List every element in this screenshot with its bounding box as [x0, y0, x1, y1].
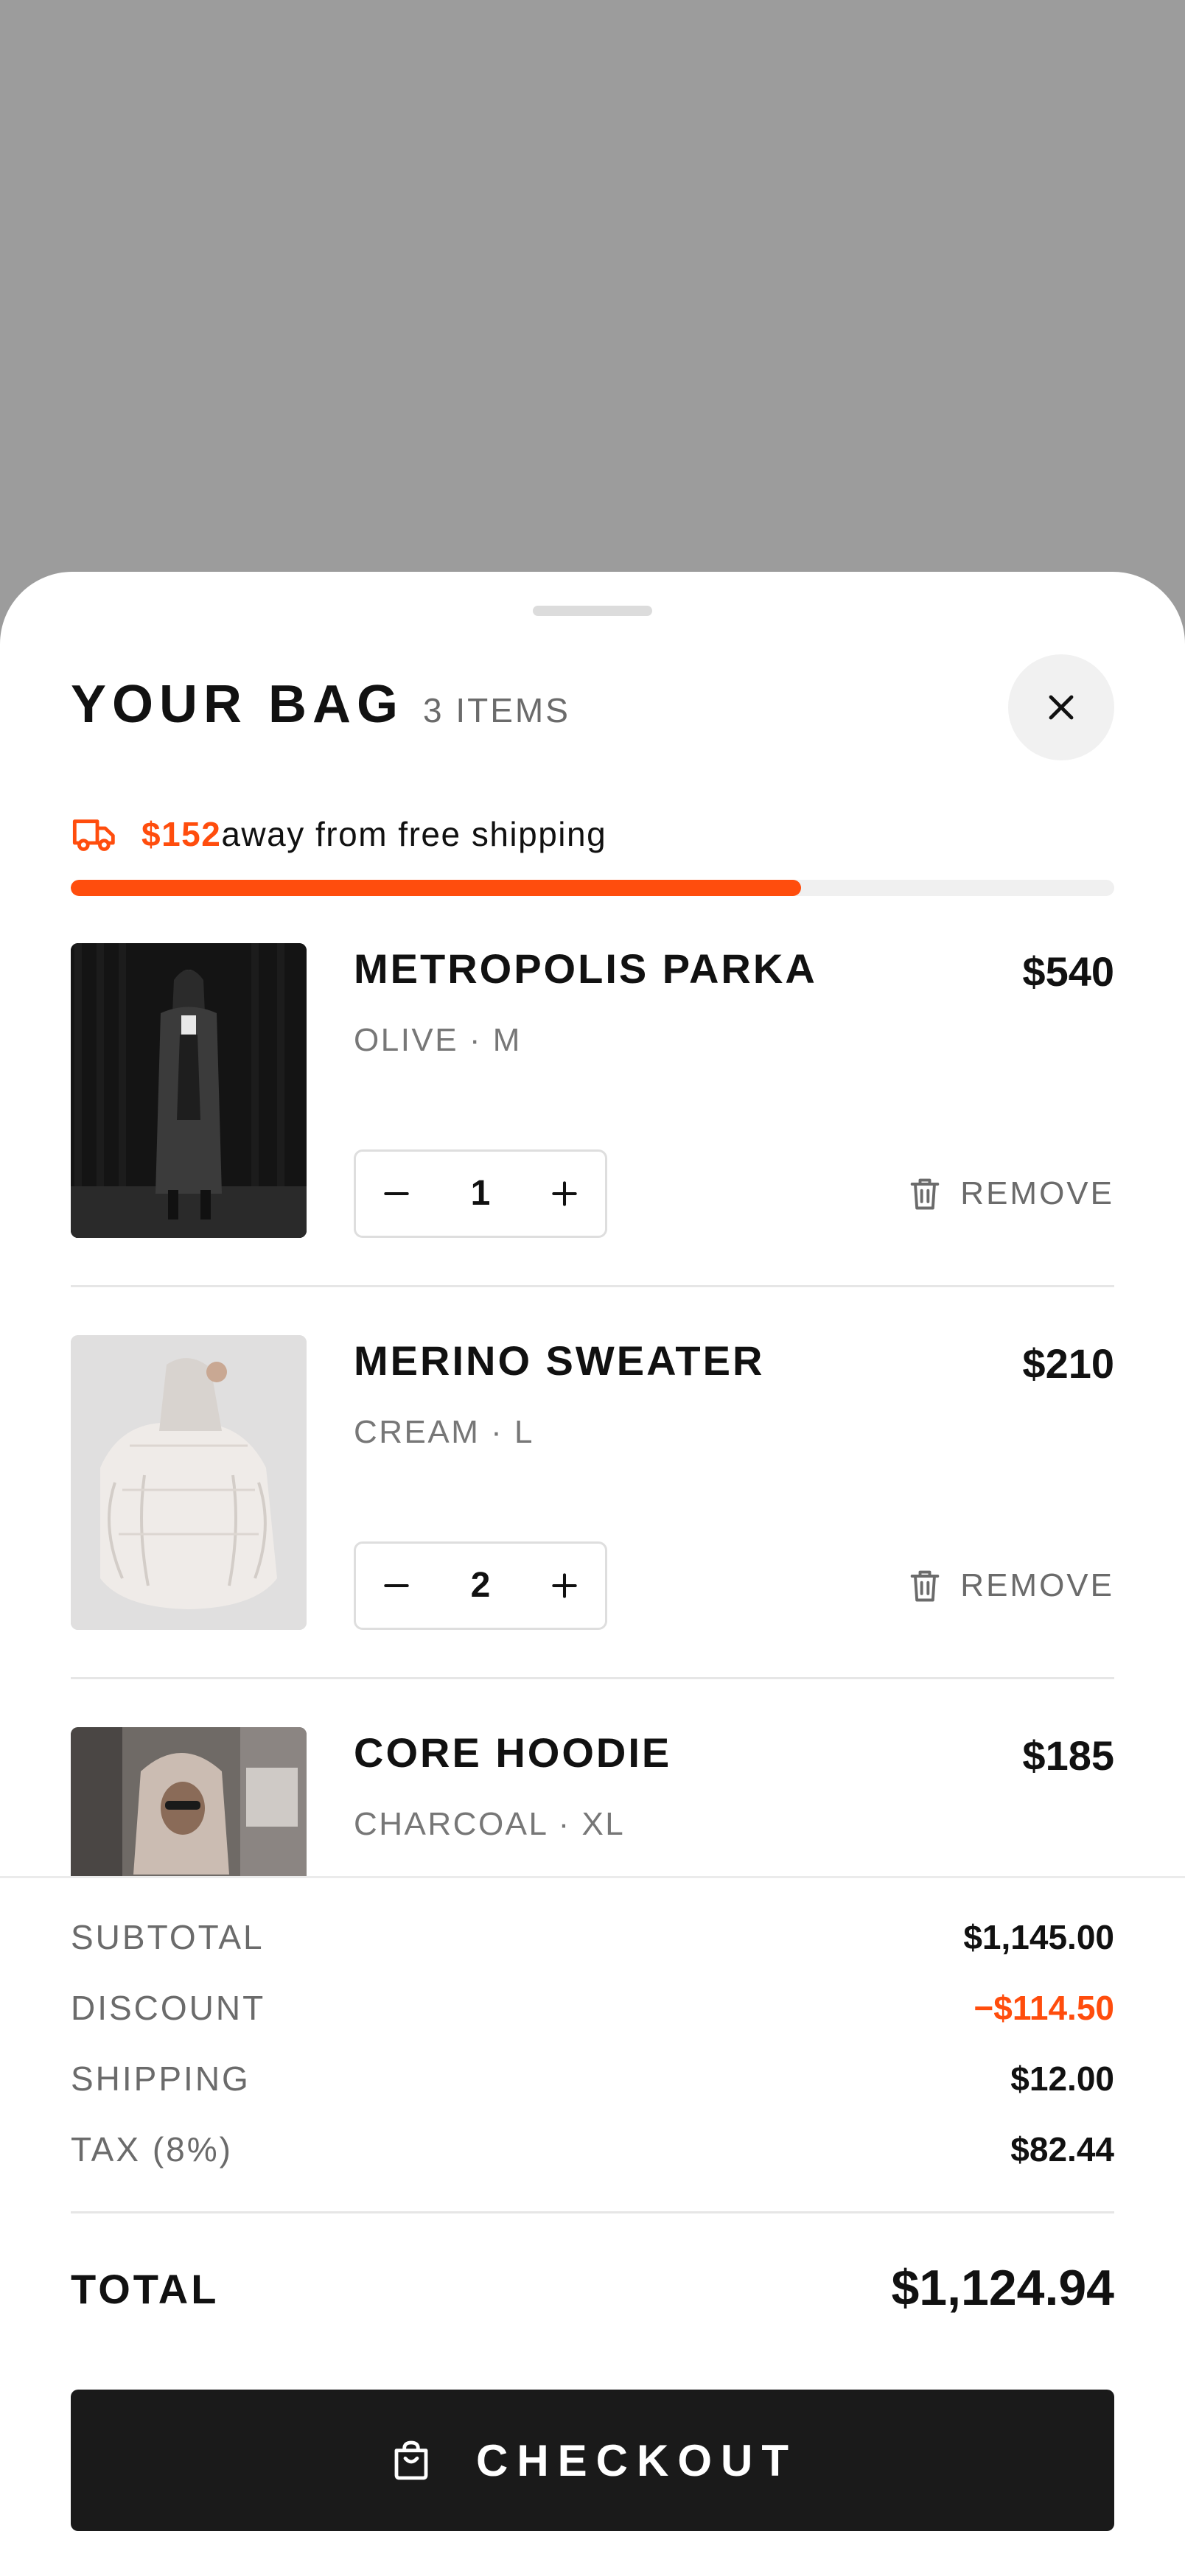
- product-variant: OLIVE · M: [354, 1022, 522, 1058]
- sheet-drag-handle[interactable]: [533, 606, 652, 616]
- order-summary: SUBTOTAL $1,145.00 DISCOUNT −$114.50 SHI…: [0, 1876, 1185, 2576]
- quantity-value: 1: [470, 1174, 491, 1213]
- tax-row: TAX (8%) $82.44: [71, 2126, 1114, 2173]
- quantity-stepper: 2: [354, 1541, 607, 1630]
- close-icon: [1049, 695, 1074, 720]
- shopping-bag-icon: [394, 2440, 428, 2480]
- shipping-value: $12.00: [1010, 2059, 1114, 2098]
- remove-item-button[interactable]: REMOVE: [906, 1559, 1114, 1612]
- product-name[interactable]: MERINO SWEATER: [354, 1335, 764, 1387]
- product-variant: CHARCOAL · XL: [354, 1806, 626, 1842]
- remove-label: REMOVE: [960, 1175, 1114, 1211]
- trash-icon: [911, 1178, 940, 1210]
- discount-label: DISCOUNT: [71, 1989, 266, 2027]
- product-price: $540: [1022, 948, 1114, 995]
- subtotal-value: $1,145.00: [963, 1918, 1114, 1956]
- product-image-merino-sweater[interactable]: [71, 1335, 307, 1630]
- minus-icon: [384, 1583, 409, 1588]
- checkout-label: CHECKOUT: [476, 2435, 797, 2485]
- shipping-row: SHIPPING $12.00: [71, 2055, 1114, 2102]
- discount-value: −$114.50: [973, 1989, 1114, 2027]
- decrease-quantity-button[interactable]: [356, 1152, 437, 1236]
- remove-item-button[interactable]: REMOVE: [906, 1167, 1114, 1220]
- free-shipping-progress: [71, 880, 1114, 896]
- subtotal-label: SUBTOTAL: [71, 1918, 265, 1956]
- free-shipping-message: $152away from free shipping: [141, 812, 607, 856]
- product-variant: CREAM · L: [354, 1414, 534, 1450]
- shipping-label: SHIPPING: [71, 2059, 251, 2098]
- truck-icon: [72, 819, 115, 851]
- minus-icon: [384, 1191, 409, 1196]
- quantity-stepper: 1: [354, 1149, 607, 1238]
- bag-bottom-sheet: YOUR BAG 3 ITEMS $152away from free ship…: [0, 572, 1185, 2576]
- plus-icon: [552, 1573, 577, 1598]
- plus-icon: [552, 1181, 577, 1206]
- free-shipping-progress-fill: [71, 880, 802, 896]
- decrease-quantity-button[interactable]: [356, 1544, 437, 1628]
- subtotal-row: SUBTOTAL $1,145.00: [71, 1914, 1114, 1961]
- remove-label: REMOVE: [960, 1567, 1114, 1603]
- close-button[interactable]: [1008, 654, 1114, 760]
- discount-row: DISCOUNT −$114.50: [71, 1984, 1114, 2031]
- item-divider: [71, 1285, 1114, 1287]
- cart-item: METROPOLIS PARKA $540 OLIVE · M 1 REMOVE: [71, 943, 1114, 1335]
- item-count: 3 ITEMS: [423, 691, 570, 729]
- product-price: $210: [1022, 1340, 1114, 1387]
- increase-quantity-button[interactable]: [524, 1152, 605, 1236]
- cart-item: MERINO SWEATER $210 CREAM · L 2 REMOVE: [71, 1335, 1114, 1727]
- tax-value: $82.44: [1010, 2130, 1114, 2169]
- increase-quantity-button[interactable]: [524, 1544, 605, 1628]
- product-name[interactable]: METROPOLIS PARKA: [354, 943, 817, 995]
- product-price: $185: [1022, 1732, 1114, 1779]
- tax-label: TAX (8%): [71, 2130, 233, 2169]
- item-divider: [71, 1677, 1114, 1679]
- quantity-value: 2: [470, 1566, 491, 1605]
- shipping-remaining-amount: $152: [141, 815, 222, 853]
- summary-divider: [71, 2211, 1114, 2213]
- shipping-message-text: away from free shipping: [221, 815, 607, 853]
- trash-icon: [911, 1570, 940, 1602]
- checkout-button[interactable]: CHECKOUT: [71, 2390, 1114, 2531]
- bag-title: YOUR BAG: [71, 675, 405, 734]
- total-label: TOTAL: [71, 2266, 220, 2312]
- product-image-metropolis-parka[interactable]: [71, 943, 307, 1238]
- product-name[interactable]: CORE HOODIE: [354, 1727, 671, 1779]
- total-value: $1,124.94: [891, 2260, 1114, 2316]
